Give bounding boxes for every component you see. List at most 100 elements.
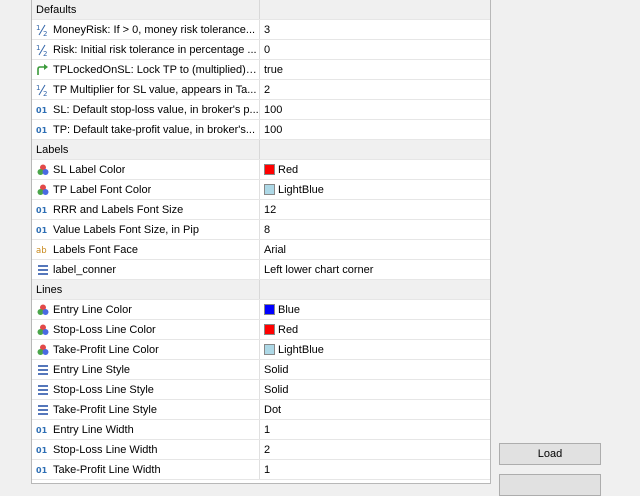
property-name: Stop-Loss Line Style: [53, 383, 154, 396]
property-row[interactable]: TP Label Font Color LightBlue: [32, 180, 490, 200]
property-value: Solid: [264, 363, 289, 376]
property-row[interactable]: 01 Take-Profit Line Width 1: [32, 460, 490, 480]
property-value: 8: [264, 223, 271, 236]
save-button[interactable]: [499, 474, 601, 496]
property-value-cell[interactable]: 1: [260, 420, 490, 439]
string-ab-icon: ab: [36, 243, 50, 257]
load-button[interactable]: Load: [499, 443, 601, 465]
property-name-cell: TPLockedOnSL: Lock TP to (multiplied) S.…: [32, 60, 260, 79]
property-value: LightBlue: [278, 183, 324, 196]
property-name: Risk: Initial risk tolerance in percenta…: [53, 43, 257, 56]
property-row[interactable]: Take-Profit Line Color LightBlue: [32, 340, 490, 360]
integer-icon: 01: [36, 203, 50, 217]
property-row[interactable]: 01 Stop-Loss Line Width 2: [32, 440, 490, 460]
color-swatch: [264, 304, 275, 315]
property-value-cell[interactable]: 1: [260, 460, 490, 479]
property-name: TP Multiplier for SL value, appears in T…: [53, 83, 257, 96]
property-row[interactable]: SL Label Color Red: [32, 160, 490, 180]
svg-text:01: 01: [36, 466, 48, 475]
property-value-cell[interactable]: LightBlue: [260, 340, 490, 359]
property-row[interactable]: ab Labels Font Face Arial: [32, 240, 490, 260]
integer-icon: 01: [36, 123, 50, 137]
property-row[interactable]: TPLockedOnSL: Lock TP to (multiplied) S.…: [32, 60, 490, 80]
property-value-cell[interactable]: 2: [260, 80, 490, 99]
property-value-cell[interactable]: 3: [260, 20, 490, 39]
property-value: 2: [264, 443, 271, 456]
property-row[interactable]: 1 2 TP Multiplier for SL value, appears in…: [32, 80, 490, 100]
integer-icon: 01: [36, 223, 50, 237]
property-row[interactable]: Stop-Loss Line Color Red: [32, 320, 490, 340]
color-swatch: [264, 324, 275, 335]
property-name: Take-Profit Line Width: [53, 463, 161, 476]
property-name: Entry Line Width: [53, 423, 134, 436]
enum-list-icon: [36, 383, 50, 397]
property-name: Take-Profit Line Color: [53, 343, 159, 356]
property-name: Value Labels Font Size, in Pip: [53, 223, 199, 236]
property-row[interactable]: 01 SL: Default stop-loss value, in broker…: [32, 100, 490, 120]
property-value-cell[interactable]: Solid: [260, 380, 490, 399]
svg-text:01: 01: [36, 106, 48, 115]
property-name: TP: Default take-profit value, in broker…: [53, 123, 256, 136]
section-value-cell: [260, 0, 490, 19]
palette-icon: [36, 343, 50, 357]
property-name-cell: Stop-Loss Line Style: [32, 380, 260, 399]
section-title: Lines: [32, 280, 260, 299]
property-value-cell[interactable]: 12: [260, 200, 490, 219]
property-value-cell[interactable]: Solid: [260, 360, 490, 379]
property-value-cell[interactable]: 100: [260, 120, 490, 139]
section-value-cell: [260, 280, 490, 299]
property-value: 100: [264, 123, 283, 136]
property-name-cell: 01 Stop-Loss Line Width: [32, 440, 260, 459]
section-header: Lines: [32, 280, 490, 300]
svg-text:01: 01: [36, 446, 48, 455]
fraction-icon: 12: [36, 83, 50, 98]
property-name: Stop-Loss Line Width: [53, 443, 158, 456]
property-row[interactable]: Entry Line Style Solid: [32, 360, 490, 380]
boolean-arrow-icon: [36, 63, 50, 77]
property-value: Blue: [278, 303, 301, 316]
property-row[interactable]: 1 2 MoneyRisk: If > 0, money risk toleranc…: [32, 20, 490, 40]
property-name: label_conner: [53, 263, 116, 276]
property-row[interactable]: 01 RRR and Labels Font Size 12: [32, 200, 490, 220]
property-name: SL: Default stop-loss value, in broker's…: [53, 103, 259, 116]
property-value-cell[interactable]: 0: [260, 40, 490, 59]
property-value-cell[interactable]: Arial: [260, 240, 490, 259]
section-header: Labels: [32, 140, 490, 160]
property-name-cell: TP Label Font Color: [32, 180, 260, 199]
property-value-cell[interactable]: Red: [260, 320, 490, 339]
property-row[interactable]: 01 Entry Line Width 1: [32, 420, 490, 440]
property-value-cell[interactable]: true: [260, 60, 490, 79]
property-row[interactable]: Stop-Loss Line Style Solid: [32, 380, 490, 400]
section-title-text: Defaults: [36, 3, 77, 16]
property-value-cell[interactable]: 8: [260, 220, 490, 239]
property-name: Labels Font Face: [53, 243, 138, 256]
property-value: Solid: [264, 383, 289, 396]
svg-text:01: 01: [36, 426, 48, 435]
property-value-cell[interactable]: Blue: [260, 300, 490, 319]
property-value-cell[interactable]: Dot: [260, 400, 490, 419]
property-row[interactable]: 01 Value Labels Font Size, in Pip 8: [32, 220, 490, 240]
property-row[interactable]: Take-Profit Line Style Dot: [32, 400, 490, 420]
property-name-cell: 01 TP: Default take-profit value, in brok…: [32, 120, 260, 139]
property-value-cell[interactable]: 100: [260, 100, 490, 119]
enum-list-icon: [36, 363, 50, 377]
property-name-cell: Take-Profit Line Style: [32, 400, 260, 419]
property-row[interactable]: 01 TP: Default take-profit value, in brok…: [32, 120, 490, 140]
property-value-cell[interactable]: Red: [260, 160, 490, 179]
color-swatch: [264, 184, 275, 195]
property-value: LightBlue: [278, 343, 324, 356]
property-value: 3: [264, 23, 271, 36]
property-value-cell[interactable]: Left lower chart corner: [260, 260, 490, 279]
property-value-cell[interactable]: 2: [260, 440, 490, 459]
property-row[interactable]: Entry Line Color Blue: [32, 300, 490, 320]
property-name-cell: 01 Take-Profit Line Width: [32, 460, 260, 479]
integer-icon: 01: [36, 423, 50, 437]
property-name: MoneyRisk: If > 0, money risk tolerance.…: [53, 23, 256, 36]
property-value-cell[interactable]: LightBlue: [260, 180, 490, 199]
property-name: Take-Profit Line Style: [53, 403, 157, 416]
property-name: TPLockedOnSL: Lock TP to (multiplied) S.…: [53, 63, 259, 76]
property-row[interactable]: label_conner Left lower chart corner: [32, 260, 490, 280]
property-row[interactable]: 1 2 Risk: Initial risk tolerance in percen…: [32, 40, 490, 60]
palette-icon: [36, 183, 50, 197]
fraction-icon: 12: [36, 23, 50, 38]
